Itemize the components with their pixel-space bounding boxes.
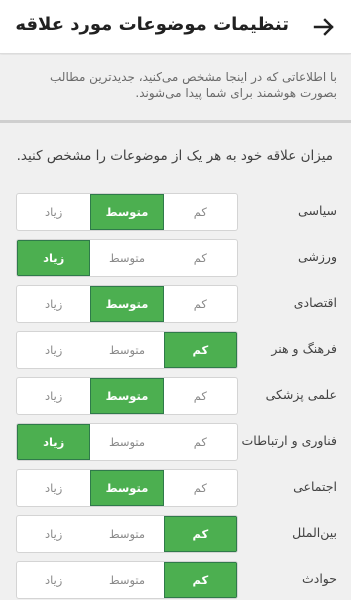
level-option-high[interactable]: زیاد — [17, 378, 90, 414]
topic-row: سیاسی زیاد متوسط کم — [0, 193, 351, 231]
topic-label: فناوری و ارتباطات — [241, 433, 338, 448]
topic-row: حوادث زیاد متوسط کم — [0, 561, 351, 599]
topic-label: اجتماعی — [293, 479, 337, 494]
topic-row: فرهنگ و هنر زیاد متوسط کم — [0, 331, 351, 369]
topic-label: علمی پزشکی — [265, 387, 337, 402]
level-option-low[interactable]: کم — [163, 516, 237, 552]
level-option-high[interactable]: زیاد — [17, 240, 91, 276]
level-option-high[interactable]: زیاد — [17, 516, 90, 552]
page-title: تنظیمات موضوعات مورد علاقه — [15, 14, 289, 35]
level-option-high[interactable]: زیاد — [17, 562, 90, 598]
level-option-medium[interactable]: متوسط — [90, 470, 164, 506]
topic-label: سیاسی — [298, 203, 337, 218]
level-option-medium[interactable]: متوسط — [90, 562, 163, 598]
topic-label: حوادث — [302, 571, 337, 586]
topic-row: ورزشی زیاد متوسط کم — [0, 239, 351, 277]
section-divider — [0, 120, 351, 123]
interest-level-selector: زیاد متوسط کم — [16, 561, 238, 599]
topic-row: علمی پزشکی زیاد متوسط کم — [0, 377, 351, 415]
level-option-low[interactable]: کم — [164, 378, 237, 414]
topic-row: اجتماعی زیاد متوسط کم — [0, 469, 351, 507]
level-option-low[interactable]: کم — [163, 332, 237, 368]
interest-level-selector: زیاد متوسط کم — [16, 193, 238, 231]
interest-level-selector: زیاد متوسط کم — [16, 285, 238, 323]
level-option-medium[interactable]: متوسط — [90, 286, 164, 322]
level-option-low[interactable]: کم — [164, 470, 237, 506]
level-option-low[interactable]: کم — [164, 424, 237, 460]
level-option-high[interactable]: زیاد — [17, 470, 90, 506]
interest-level-selector: زیاد متوسط کم — [16, 469, 238, 507]
level-option-high[interactable]: زیاد — [17, 286, 90, 322]
interest-level-selector: زیاد متوسط کم — [16, 239, 238, 277]
level-option-low[interactable]: کم — [164, 194, 237, 230]
topic-row: اقتصادی زیاد متوسط کم — [0, 285, 351, 323]
level-option-medium[interactable]: متوسط — [90, 424, 163, 460]
app-header: تنظیمات موضوعات مورد علاقه — [0, 0, 351, 54]
topic-row: فناوری و ارتباطات زیاد متوسط کم — [0, 423, 351, 461]
interest-level-selector: زیاد متوسط کم — [16, 331, 238, 369]
topic-label: ورزشی — [297, 249, 337, 264]
interest-level-selector: زیاد متوسط کم — [16, 377, 238, 415]
level-option-high[interactable]: زیاد — [17, 332, 90, 368]
level-option-low[interactable]: کم — [164, 240, 237, 276]
level-option-low[interactable]: کم — [163, 562, 237, 598]
interest-level-selector: زیاد متوسط کم — [16, 515, 238, 553]
interest-level-selector: زیاد متوسط کم — [16, 423, 238, 461]
level-option-medium[interactable]: متوسط — [90, 378, 164, 414]
level-option-medium[interactable]: متوسط — [90, 240, 163, 276]
back-button[interactable] — [311, 14, 337, 40]
topic-label: اقتصادی — [293, 295, 337, 310]
level-option-medium[interactable]: متوسط — [90, 516, 163, 552]
interest-prompt: میزان علاقه خود به هر یک از موضوعات را م… — [16, 148, 333, 164]
level-option-low[interactable]: کم — [164, 286, 237, 322]
level-option-high[interactable]: زیاد — [17, 424, 91, 460]
topic-row: بین‌الملل زیاد متوسط کم — [0, 515, 351, 553]
topic-label: بین‌الملل — [292, 525, 337, 540]
level-option-medium[interactable]: متوسط — [90, 332, 163, 368]
topic-label: فرهنگ و هنر — [271, 341, 337, 356]
intro-text: با اطلاعاتی که در اینجا مشخص می‌کنید، جد… — [50, 70, 337, 100]
arrow-right-icon — [313, 18, 334, 36]
level-option-high[interactable]: زیاد — [17, 194, 90, 230]
intro-section: با اطلاعاتی که در اینجا مشخص می‌کنید، جد… — [0, 55, 351, 120]
level-option-medium[interactable]: متوسط — [90, 194, 164, 230]
